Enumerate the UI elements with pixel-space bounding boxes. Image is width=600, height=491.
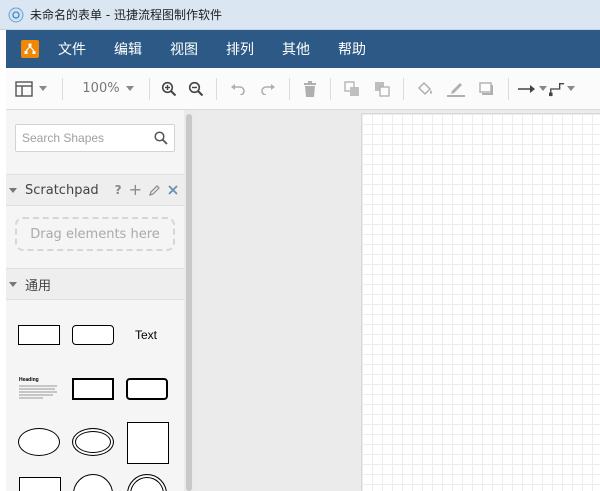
process-shape[interactable] [19,477,61,491]
textbox-shape[interactable]: Heading [19,377,59,403]
menu-extras[interactable]: 其他 [282,39,310,59]
zoom-in-icon [161,81,177,96]
ellipse-shape[interactable] [18,428,60,456]
layout-panel-icon [15,80,33,97]
scratchpad-header[interactable]: Scratchpad ? + [6,174,184,206]
edit-icon[interactable] [149,184,161,196]
undo-icon [231,83,245,95]
to-back-button[interactable] [367,75,397,103]
add-icon[interactable]: + [129,182,142,198]
sidebar-scroll-thumb[interactable] [186,114,192,491]
close-icon[interactable] [168,185,178,195]
window-titlebar: 未命名的表单 - 迅捷流程图制作软件 [0,0,600,30]
fill-color-button[interactable] [410,75,440,103]
search-icon[interactable] [154,131,168,145]
to-back-icon [375,81,390,97]
to-front-button[interactable] [337,75,367,103]
scratchpad-actions: ? + [115,182,178,198]
shadow-icon [479,81,493,95]
sidebar-scrollbar[interactable] [184,110,194,491]
rounded-rectangle-shape[interactable] [72,325,114,345]
zoom-select[interactable]: 100% [73,75,143,103]
shapes-sidebar: Scratchpad ? + Drag elements here 通用 Tex… [6,110,184,491]
menu-edit[interactable]: 编辑 [114,39,142,59]
format-panel-button[interactable] [6,75,56,103]
circle-shape[interactable] [73,474,113,491]
paint-bucket-icon [417,81,432,95]
chevron-down-icon [567,86,575,91]
menu-bar: 文件 编辑 视图 排列 其他 帮助 [6,30,600,68]
delete-button[interactable] [296,75,324,103]
redo-button[interactable] [253,75,283,103]
to-front-icon [344,80,359,96]
menu-arrange[interactable]: 排列 [226,39,254,59]
toolbar-divider [216,77,217,100]
zoom-in-button[interactable] [156,75,182,103]
undo-button[interactable] [223,75,253,103]
app-icon [8,7,24,22]
zoom-level: 100% [82,81,120,96]
square-shape[interactable] [127,422,169,464]
double-ellipse-shape[interactable] [72,428,114,456]
collapse-icon [9,281,17,287]
general-shapes-label: 通用 [25,278,52,294]
general-shapes-header[interactable]: 通用 [6,268,184,300]
toolbar-divider [330,77,331,100]
chevron-down-icon [538,86,547,91]
app-logo-icon [21,40,39,58]
double-circle-shape[interactable] [127,474,167,491]
diagram-page[interactable] [361,113,600,491]
collapse-icon [9,187,17,193]
bold-rounded-rectangle-shape[interactable] [126,378,168,400]
shadow-button[interactable] [472,75,502,103]
pencil-icon [447,82,465,97]
scratchpad-label: Scratchpad [25,182,99,198]
scratchpad-drop-zone[interactable]: Drag elements here [15,217,175,251]
chevron-down-icon [125,86,134,91]
text-shape[interactable]: Text [128,326,164,344]
toolbar-divider [149,77,150,100]
arrow-right-icon [517,84,535,93]
toolbar-divider [508,77,509,100]
rectangle-shape[interactable] [18,325,60,345]
menu-help[interactable]: 帮助 [338,39,366,59]
chevron-down-icon [39,86,47,91]
redo-icon [261,83,275,95]
paragraph-lines-icon [19,385,57,399]
menu-file[interactable]: 文件 [58,39,86,59]
help-icon[interactable]: ? [115,183,122,197]
toolbar: 100% [6,68,600,110]
menu-view[interactable]: 视图 [170,39,198,59]
waypoints-icon [549,82,565,96]
connection-style-button[interactable] [515,75,549,103]
window-title: 未命名的表单 - 迅捷流程图制作软件 [30,8,222,22]
bold-rectangle-shape[interactable] [72,378,114,400]
waypoints-button[interactable] [549,75,575,103]
trash-icon [304,80,316,97]
line-color-button[interactable] [440,75,472,103]
toolbar-divider [403,77,404,100]
search-input[interactable] [16,125,146,151]
zoom-out-button[interactable] [182,75,210,103]
toolbar-divider [289,77,290,100]
toolbar-divider [62,77,63,100]
search-box [15,124,175,152]
zoom-out-icon [188,81,204,96]
